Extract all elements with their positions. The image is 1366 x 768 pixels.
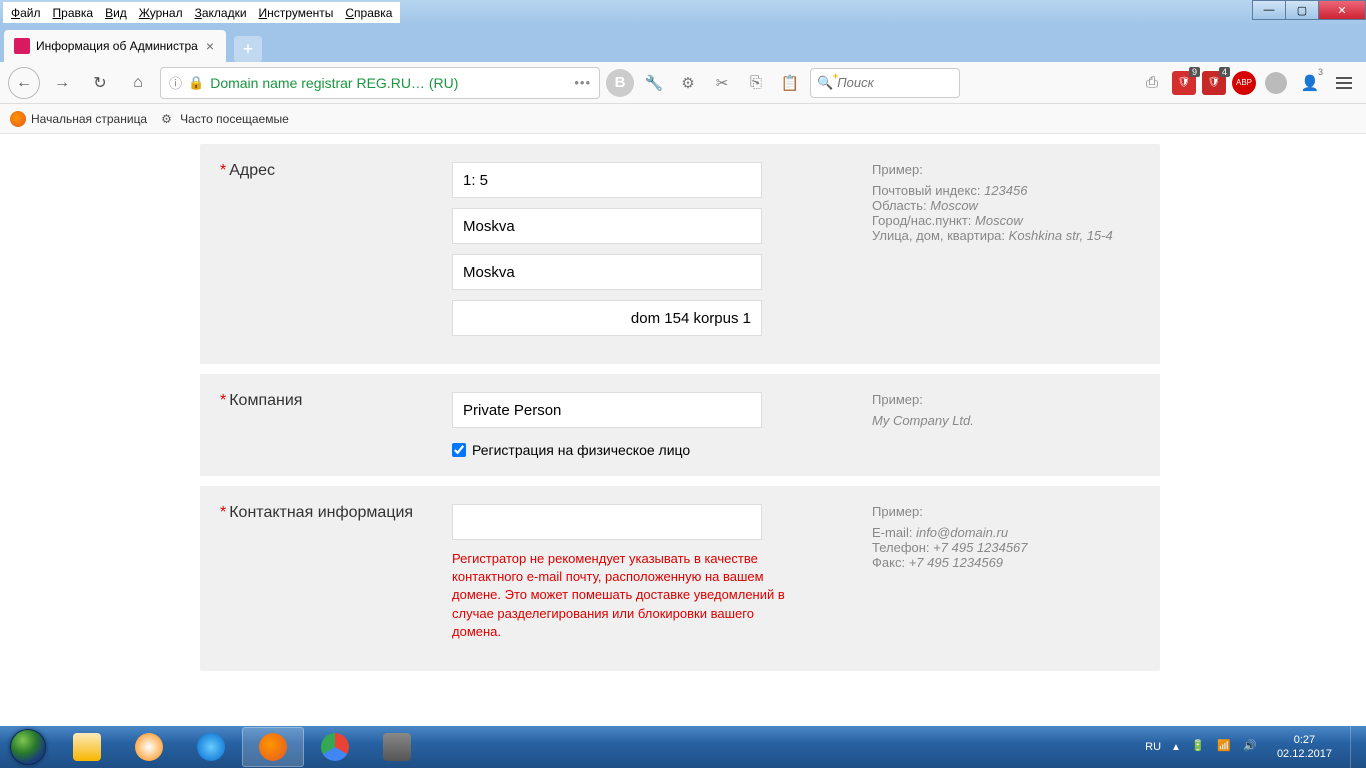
window-titlebar: Файл Правка Вид Журнал Закладки Инструме…	[0, 0, 1366, 26]
contact-label: *Контактная информация	[220, 504, 452, 641]
search-icon: 🔍	[817, 75, 833, 91]
url-text: Domain name registrar REG.RU… (RU)	[210, 75, 568, 91]
gear-icon: ⚙	[161, 112, 175, 126]
chrome-taskbar[interactable]	[304, 727, 366, 767]
ie-taskbar[interactable]	[180, 727, 242, 767]
url-bar[interactable]: ⓘ 🔒 Domain name registrar REG.RU… (RU) •…	[160, 67, 600, 99]
nav-toolbar: ← → ↻ ⌂ ⓘ 🔒 Domain name registrar REG.RU…	[0, 62, 1366, 104]
explorer-taskbar[interactable]	[56, 727, 118, 767]
minimize-button[interactable]: —	[1252, 0, 1286, 20]
address-hint: Пример: Почтовый индекс: 123456 Область:…	[832, 162, 1140, 346]
bookmark-home[interactable]: Начальная страница	[10, 111, 147, 127]
info-icon[interactable]: ⓘ	[169, 73, 182, 92]
wmp-icon	[135, 733, 163, 761]
bookmarks-bar: Начальная страница ⚙ Часто посещаемые	[0, 104, 1366, 134]
new-tab-button[interactable]: +	[234, 36, 262, 62]
ie-icon	[197, 733, 225, 761]
private-person-checkbox[interactable]	[452, 443, 466, 457]
network-icon[interactable]: 📶	[1217, 739, 1233, 755]
firefox-taskbar[interactable]	[242, 727, 304, 767]
lock-icon: 🔒	[188, 75, 204, 91]
address-label: *Адрес	[220, 162, 452, 346]
adblock-icon[interactable]: ABP	[1232, 71, 1256, 95]
paste-icon[interactable]: 📋	[776, 69, 804, 97]
library-icon[interactable]: ⎙	[1138, 69, 1166, 97]
show-desktop-button[interactable]	[1350, 726, 1362, 768]
search-box[interactable]: 🔍	[810, 68, 960, 98]
browser-tab[interactable]: Информация об Администра ×	[4, 30, 226, 62]
settings-gear-icon[interactable]: ⚙	[674, 69, 702, 97]
contact-email-field[interactable]	[452, 504, 762, 540]
ublock-icon[interactable]: 🛡9	[1172, 71, 1196, 95]
page-content[interactable]: *Адрес 1: 5 Moskva Moskva dom 154 korpus…	[0, 134, 1366, 726]
menu-history[interactable]: Журнал	[139, 6, 183, 20]
start-button[interactable]	[0, 726, 56, 768]
battery-icon[interactable]: 🔋	[1191, 739, 1207, 755]
windows-orb-icon	[10, 729, 46, 765]
wmp-taskbar[interactable]	[118, 727, 180, 767]
devtools-icon[interactable]: 🔧	[640, 69, 668, 97]
menu-view[interactable]: Вид	[105, 6, 127, 20]
clock[interactable]: 0:27 02.12.2017	[1269, 733, 1340, 762]
menu-edit[interactable]: Правка	[53, 6, 94, 20]
app-menu-button[interactable]	[1330, 69, 1358, 97]
search-input[interactable]	[837, 75, 953, 90]
maximize-button[interactable]: ▢	[1285, 0, 1319, 20]
street-field[interactable]: dom 154 korpus 1	[452, 300, 762, 336]
company-field[interactable]: Private Person	[452, 392, 762, 428]
home-button[interactable]: ⌂	[122, 67, 154, 99]
private-person-label: Регистрация на физическое лицо	[472, 442, 690, 458]
menu-help[interactable]: Справка	[345, 6, 392, 20]
chrome-icon	[321, 733, 349, 761]
volume-icon[interactable]: 🔊	[1243, 739, 1259, 755]
close-window-button[interactable]: ✕	[1318, 0, 1366, 20]
vk-icon[interactable]: B	[606, 69, 634, 97]
bookmark-frequent[interactable]: ⚙ Часто посещаемые	[161, 112, 289, 126]
city-field[interactable]: Moskva	[452, 254, 762, 290]
tab-close-icon[interactable]: ×	[204, 38, 216, 54]
address-section: *Адрес 1: 5 Moskva Moskva dom 154 korpus…	[200, 144, 1160, 364]
contact-hint: Пример: E-mail: info@domain.ru Телефон: …	[832, 504, 1140, 641]
copy-icon[interactable]: ⎘	[742, 69, 770, 97]
cut-icon[interactable]: ✂	[708, 69, 736, 97]
zip-field[interactable]: 1: 5	[452, 162, 762, 198]
globe-icon[interactable]	[1262, 69, 1290, 97]
lang-indicator[interactable]: RU	[1145, 741, 1161, 753]
tab-favicon	[14, 38, 30, 54]
forward-button[interactable]: →	[46, 67, 78, 99]
contact-section: *Контактная информация Регистратор не ре…	[200, 486, 1160, 671]
generic-app-icon	[383, 733, 411, 761]
taskbar: RU ▲ 🔋 📶 🔊 0:27 02.12.2017	[0, 726, 1366, 768]
menu-bookmarks[interactable]: Закладки	[195, 6, 247, 20]
firefox-icon	[10, 111, 26, 127]
ublock2-icon[interactable]: 🛡4	[1202, 71, 1226, 95]
company-section: *Компания Private Person Регистрация на …	[200, 374, 1160, 476]
page-actions-icon[interactable]: •••	[574, 75, 591, 90]
contact-warning: Регистратор не рекомендует указывать в к…	[452, 550, 792, 641]
company-label: *Компания	[220, 392, 452, 458]
account-icon[interactable]: 👤3	[1296, 69, 1324, 97]
system-tray: RU ▲ 🔋 📶 🔊 0:27 02.12.2017	[1145, 726, 1366, 768]
folder-icon	[73, 733, 101, 761]
tab-title: Информация об Администра	[36, 39, 198, 53]
reload-button[interactable]: ↻	[84, 67, 116, 99]
tray-chevron-icon[interactable]: ▲	[1171, 742, 1181, 753]
back-button[interactable]: ←	[8, 67, 40, 99]
company-hint: Пример: My Company Ltd.	[832, 392, 1140, 458]
menu-file[interactable]: Файл	[11, 6, 41, 20]
firefox-taskbar-icon	[259, 733, 287, 761]
app-taskbar[interactable]	[366, 727, 428, 767]
region-field[interactable]: Moskva	[452, 208, 762, 244]
tab-strip: Информация об Администра × +	[0, 26, 1366, 62]
menu-tools[interactable]: Инструменты	[259, 6, 334, 20]
menubar: Файл Правка Вид Журнал Закладки Инструме…	[3, 2, 400, 23]
